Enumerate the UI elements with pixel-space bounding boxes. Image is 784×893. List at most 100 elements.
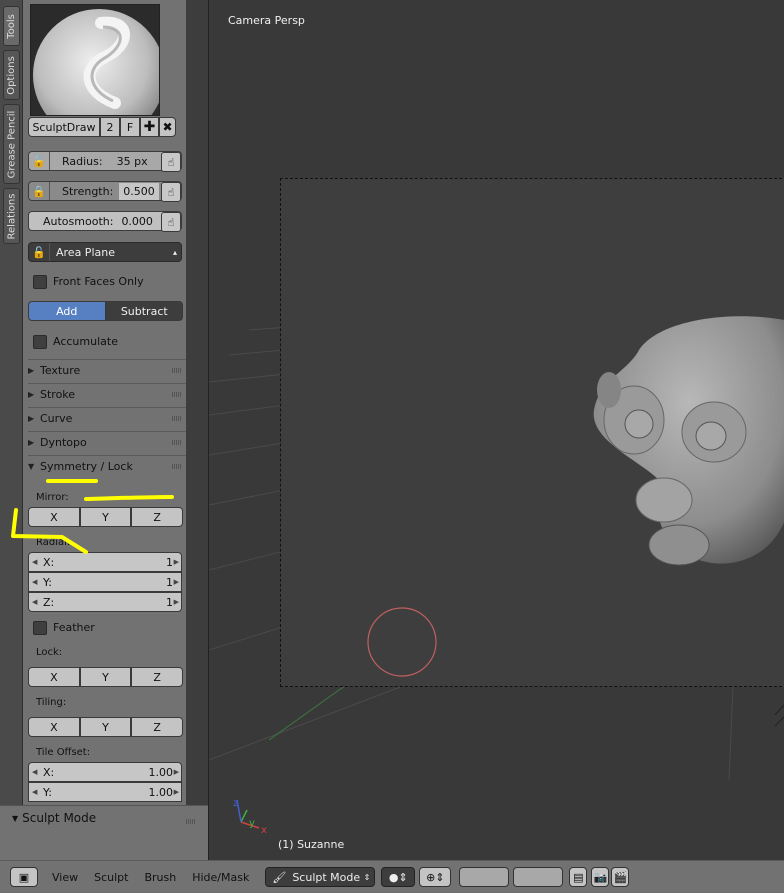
accumulate-checkbox[interactable] [33,335,47,349]
field-label: Z: [43,595,55,609]
subtract-button[interactable]: Subtract [105,301,183,321]
tiling-x-button[interactable]: X [28,717,80,737]
strength-value: 0.500 [119,182,159,200]
feather-checkbox[interactable] [33,621,47,635]
tiling-y-button[interactable]: Y [79,717,132,737]
subpanel-title: Stroke [40,388,76,401]
dropdown-arrows-icon: ⇕ [363,872,371,882]
collapse-icon: ▼ [12,813,19,823]
mirror-z-button[interactable]: Z [131,507,184,527]
tiling-z-button[interactable]: Z [131,717,184,737]
radial-y-field[interactable]: ◀ Y: 1 ▶ [28,572,182,592]
svg-text:z: z [233,798,238,809]
expand-icon: ▶ [28,414,35,423]
direction-toggle: Add Subtract [28,301,183,321]
brush-name-field[interactable]: SculptDraw [28,117,100,137]
grip-icon[interactable] [172,416,182,421]
pressure-icon[interactable]: ☝ [161,182,181,202]
subpanel-dyntopo[interactable]: ▶ Dyntopo [28,431,186,453]
autosmooth-field[interactable]: Autosmooth: 0.000 ☝ [28,211,182,232]
radius-value: 35 px [116,154,148,168]
subpanel-curve[interactable]: ▶ Curve [28,407,186,429]
dropdown-arrows-icon: ▴ [172,247,177,257]
collapse-icon: ▼ [28,462,35,471]
sculpt-mode-panel-header[interactable]: ▼ Sculpt Mode [12,811,96,825]
fake-user-button[interactable]: F [120,117,140,137]
shading-dropdown[interactable]: ●⇕ [381,867,416,887]
layers-grid-1[interactable] [459,867,510,887]
tile-offset-y-field[interactable]: ◀ Y: 1.00 ▶ [28,782,182,802]
brush-preview[interactable] [30,4,160,116]
subpanel-stroke[interactable]: ▶ Stroke [28,383,186,405]
layers-grid-2[interactable] [513,867,564,887]
tiling-axes: X Y Z [28,717,184,737]
render-animation-icon[interactable]: 🎬 [611,867,630,887]
tab-grease-pencil[interactable]: Grease Pencil [3,104,20,184]
mirror-y-button[interactable]: Y [79,507,132,527]
lock-icon[interactable]: 🔒 [29,182,50,200]
layer-lock-icon[interactable]: ▤ [569,867,588,887]
add-brush-icon[interactable]: ✚ [140,117,159,137]
lock-y-button[interactable]: Y [79,667,132,687]
grip-icon[interactable] [172,368,182,373]
brush-icon: 🖌 [272,870,287,884]
pressure-icon[interactable]: ☝ [161,152,181,172]
menu-hide-mask[interactable]: Hide/Mask [192,871,249,884]
field-value: 1 [166,575,173,589]
field-value: 1 [166,555,173,569]
menu-brush[interactable]: Brush [144,871,176,884]
lock-x-button[interactable]: X [28,667,80,687]
field-label: X: [43,765,55,779]
expand-icon: ▶ [28,438,35,447]
field-value: 1.00 [148,765,174,779]
3d-viewport[interactable]: x y z Camera Persp (1) Suzanne [208,0,784,860]
grip-icon[interactable] [172,392,182,397]
radius-field[interactable]: 🔓 Radius: 35 px ☝ [28,151,182,172]
radial-z-field[interactable]: ◀ Z: 1 ▶ [28,592,182,612]
add-button[interactable]: Add [28,301,106,321]
menu-view[interactable]: View [52,871,78,884]
menu-sculpt[interactable]: Sculpt [94,871,128,884]
mirror-axes: X Y Z [28,507,184,527]
grip-icon[interactable] [172,440,182,445]
tab-tools[interactable]: Tools [3,6,20,46]
front-faces-checkbox[interactable] [33,275,47,289]
subpanel-title: Symmetry / Lock [40,460,133,473]
area-plane-dropdown[interactable]: 🔓 Area Plane ▴ [28,242,182,262]
subpanel-texture[interactable]: ▶ Texture [28,359,186,381]
lock-z-button[interactable]: Z [131,667,184,687]
expand-icon: ▶ [28,366,35,375]
strength-field[interactable]: 🔒 Strength: 0.500 ☝ [28,181,182,202]
pressure-icon[interactable]: ☝ [161,212,181,232]
field-label: Y: [43,575,52,589]
render-icon[interactable]: 📷 [591,867,610,887]
front-faces-label: Front Faces Only [53,275,144,288]
autosmooth-value: 0.000 [121,214,153,228]
radius-label: Radius: [62,154,103,168]
lock-label: Lock: [36,647,63,658]
subpanel-title: Texture [40,364,81,377]
subpanel-title: Dyntopo [40,436,87,449]
mirror-x-button[interactable]: X [28,507,80,527]
subpanel-symmetry-lock[interactable]: ▼ Symmetry / Lock [28,455,186,477]
expand-icon: ▶ [28,390,35,399]
tab-options[interactable]: Options [3,50,20,100]
lock-icon[interactable]: 🔓 [29,152,50,170]
lock-icon[interactable]: 🔓 [29,243,50,261]
brush-users-count[interactable]: 2 [100,117,120,137]
tile-offset-label: Tile Offset: [36,747,91,758]
grip-icon[interactable] [172,464,182,469]
grip-icon[interactable] [186,819,196,824]
unlink-brush-icon[interactable]: ✖ [159,117,176,137]
radial-x-field[interactable]: ◀ X: 1 ▶ [28,552,182,572]
tab-relations[interactable]: Relations [3,188,20,244]
pivot-dropdown[interactable]: ⊕⇕ [419,867,452,887]
radial-label: Radial: [36,537,71,548]
editor-type-icon[interactable]: ▣ [10,867,38,887]
object-name-label: (1) Suzanne [278,838,345,851]
tile-offset-x-field[interactable]: ◀ X: 1.00 ▶ [28,762,182,782]
suzanne-mesh [593,316,784,566]
sculpt-mode-panel: ▼ Sculpt Mode [0,805,208,861]
mode-dropdown[interactable]: 🖌 Sculpt Mode ⇕ [265,867,376,887]
field-label: X: [43,555,55,569]
